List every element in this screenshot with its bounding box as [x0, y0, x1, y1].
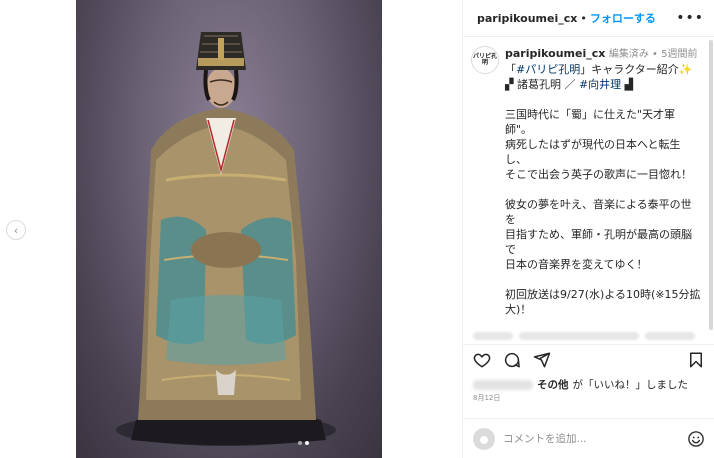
carousel-dot: [298, 441, 302, 445]
caption-line: 師"。: [505, 123, 533, 136]
header-separator: •: [580, 11, 587, 25]
hashtag-link[interactable]: #向井理: [579, 78, 621, 91]
comment-input[interactable]: [503, 432, 679, 445]
blurred-liker-name: [473, 379, 533, 390]
instagram-post-view: ‹ paripikoumei_cx • フォローする ••• パリピ孔明 par…: [0, 0, 714, 458]
caption-body: paripikoumei_cx 編集済み • 5週間前 「#パリピ孔明」キャラク…: [505, 46, 707, 317]
follow-button[interactable]: フォローする: [590, 10, 656, 26]
caption-line1-post: 」キャラクター紹介✨: [580, 63, 693, 76]
caption-line: 目指すため、軍師・孔明が最高の頭脳: [505, 228, 692, 241]
likes-summary: その他 が「いいね！」しました: [473, 377, 688, 392]
caption-username[interactable]: paripikoumei_cx: [505, 47, 605, 60]
heart-icon[interactable]: [473, 351, 491, 369]
avatar-logo-text: パリピ孔明: [472, 53, 497, 66]
caption-line: 初回放送は9/27(水)よる10時(※15分拡: [505, 288, 701, 301]
chevron-left-icon: ‹: [13, 223, 19, 237]
prev-slide-button[interactable]: ‹: [6, 220, 26, 240]
caption-area: パリピ孔明 paripikoumei_cx 編集済み • 5週間前 「#パリピ孔…: [463, 38, 714, 328]
caption-line: 大)！: [505, 303, 532, 316]
user-avatar: [473, 427, 495, 450]
header-username[interactable]: paripikoumei_cx: [477, 12, 577, 25]
comment-bar: [463, 418, 714, 458]
caption-line: 病死したはずが現代の日本へと転生: [505, 138, 681, 151]
meta-separator: •: [648, 49, 662, 60]
blurred-comment-row: [473, 330, 705, 342]
caption-line: 日本の音楽界を変えてゆく！: [505, 258, 648, 271]
post-date[interactable]: 8月12日: [473, 393, 500, 403]
post-side-panel: paripikoumei_cx • フォローする ••• パリピ孔明 parip…: [462, 0, 714, 458]
hashtag-link[interactable]: #パリピ孔明: [516, 63, 580, 76]
post-header: paripikoumei_cx • フォローする •••: [463, 0, 714, 37]
bookmark-icon[interactable]: [687, 351, 705, 369]
caption-line: 彼女の夢を叶え、音楽による泰平の世: [505, 198, 692, 211]
comment-icon[interactable]: [503, 351, 521, 369]
post-photo[interactable]: [76, 0, 382, 458]
caption-avatar[interactable]: パリピ孔明: [471, 46, 499, 74]
carousel-dot-active: [305, 441, 309, 445]
caption-line: そこで出会う英子の歌声に一目惚れ！: [505, 168, 692, 181]
caption-line: し、: [505, 153, 527, 166]
action-bar: [463, 344, 714, 374]
paper-plane-icon[interactable]: [533, 351, 551, 369]
caption-line: で: [505, 243, 516, 256]
likes-others-link[interactable]: その他: [537, 377, 569, 392]
time-ago[interactable]: 5週間前: [661, 49, 697, 60]
likes-text: が「いいね！」しました: [572, 379, 689, 391]
caption-line: 三国時代に「蜀」に仕えた"天才軍: [505, 108, 676, 121]
caption-scrollbar[interactable]: [709, 40, 713, 330]
blurred-text: [519, 332, 639, 340]
caption-line2-post: ▟: [621, 78, 634, 91]
smiley-icon[interactable]: [687, 430, 705, 448]
more-options-icon[interactable]: •••: [676, 10, 704, 26]
costume-figure-image: [116, 32, 336, 446]
caption-line2-pre: ▞ 諸葛孔明 ／: [505, 78, 579, 91]
blurred-text: [473, 332, 513, 340]
caption-line1-pre: 「: [505, 63, 516, 76]
carousel-indicator: [298, 441, 309, 445]
edited-label: 編集済み: [608, 49, 649, 60]
caption-line: を: [505, 213, 516, 226]
blurred-text: [645, 332, 695, 340]
